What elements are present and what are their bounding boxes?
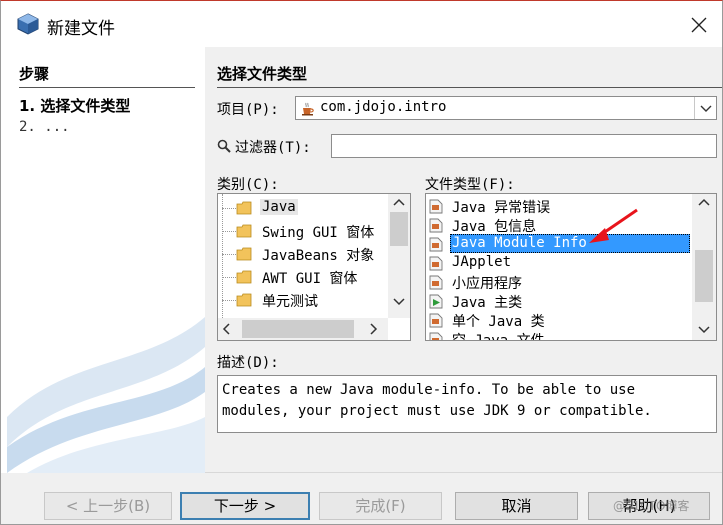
tree-branch (222, 231, 236, 232)
title-bar: 新建文件 (1, 1, 722, 47)
category-item-javabeans[interactable]: JavaBeans 对象 (218, 243, 388, 266)
java-file-icon (429, 313, 443, 328)
folder-icon (236, 224, 252, 238)
description-text: Creates a new Java module-info. To be ab… (217, 375, 717, 433)
category-horizontal-scrollbar[interactable] (218, 318, 388, 340)
steps-panel: 步骤 1. 选择文件类型 2. ... (7, 47, 205, 473)
file-type-text: 单个 Java 类 (452, 314, 545, 330)
java-project-icon (302, 102, 314, 116)
chevron-down-icon (700, 105, 712, 112)
description-label: 描述(D): (217, 355, 279, 371)
scroll-right-icon[interactable] (364, 320, 382, 338)
file-type-item[interactable]: JApplet (426, 254, 694, 273)
step-current: 1. 选择文件类型 (19, 97, 131, 115)
file-type-item[interactable]: Java 包信息 (426, 216, 694, 235)
java-file-icon (429, 237, 443, 252)
file-type-item[interactable]: Java 异常错误 (426, 197, 694, 216)
java-file-icon (429, 256, 443, 271)
project-label: 项目(P): (217, 102, 279, 118)
scroll-up-icon[interactable] (388, 194, 410, 212)
category-item-awt[interactable]: AWT GUI 窗体 (218, 266, 388, 289)
category-tree[interactable]: Java Swing GUI 窗体 JavaBeans 对象 AWT GUI 窗… (217, 193, 411, 341)
file-type-vertical-scrollbar[interactable] (692, 194, 716, 340)
file-type-item[interactable]: 小应用程序 (426, 273, 694, 292)
category-scroll-thumb[interactable] (390, 212, 408, 246)
cancel-button[interactable]: 取消 (455, 492, 578, 520)
scroll-up-icon[interactable] (693, 194, 715, 212)
netbeans-cube-icon (17, 13, 39, 35)
project-value: com.jdojo.intro (320, 99, 447, 115)
file-type-text: JApplet (452, 254, 512, 270)
category-label-text: JavaBeans 对象 (262, 248, 375, 264)
file-type-item[interactable]: 空 Java 文件 (426, 330, 694, 341)
java-file-icon (429, 275, 443, 290)
category-label: 类别(C): (217, 177, 279, 193)
file-type-text: Java 主类 (452, 295, 523, 311)
file-type-text: 小应用程序 (452, 276, 522, 292)
category-label-text: Java (260, 199, 298, 215)
category-vertical-scrollbar[interactable] (388, 194, 410, 318)
folder-icon (236, 270, 252, 284)
file-type-item-selected[interactable]: Java Module Info (426, 234, 694, 254)
scroll-left-icon[interactable] (218, 320, 236, 338)
category-item-java[interactable]: Java (218, 197, 388, 220)
file-type-item[interactable]: Java 主类 (426, 292, 694, 311)
close-icon[interactable] (689, 15, 709, 35)
new-file-dialog: 新建文件 步骤 1. 选择文件类型 2. ... 选择文件类型 项目(P): c… (0, 0, 723, 525)
java-main-class-icon (429, 294, 443, 309)
file-type-item[interactable]: 单个 Java 类 (426, 311, 694, 330)
watermark: @51CTO博客 (613, 499, 690, 513)
category-item-swing[interactable]: Swing GUI 窗体 (218, 220, 388, 243)
filter-input[interactable] (331, 134, 717, 158)
file-type-text: Java 异常错误 (452, 200, 551, 216)
scroll-down-icon[interactable] (388, 292, 410, 310)
finish-button[interactable]: 完成(F) (319, 492, 442, 520)
window-title: 新建文件 (47, 19, 115, 39)
folder-icon (236, 201, 252, 215)
tree-branch (222, 300, 236, 301)
project-dropdown-button[interactable] (694, 97, 716, 119)
category-item-unit-test[interactable]: 单元测试 (218, 289, 388, 312)
step-next: 2. ... (19, 119, 70, 135)
tree-branch (222, 208, 236, 209)
next-button[interactable]: 下一步 > (180, 492, 310, 520)
back-button[interactable]: < 上一步(B) (44, 492, 172, 520)
search-icon (217, 139, 231, 153)
folder-icon (236, 247, 252, 261)
scroll-down-icon[interactable] (693, 320, 715, 338)
filter-label: 过滤器(T): (235, 140, 311, 156)
java-file-icon (429, 199, 443, 214)
project-combobox[interactable]: com.jdojo.intro (295, 96, 717, 120)
tree-branch (222, 277, 236, 278)
steps-heading: 步骤 (19, 63, 195, 88)
file-type-scroll-thumb[interactable] (695, 250, 713, 302)
decorative-swirl (7, 317, 205, 473)
file-type-text: Java 包信息 (452, 219, 537, 235)
java-file-icon (429, 332, 443, 340)
file-type-list[interactable]: Java 异常错误 Java 包信息 Java Module Info JApp… (425, 193, 717, 341)
category-label-text: AWT GUI 窗体 (262, 271, 358, 287)
category-label-text: Swing GUI 窗体 (262, 225, 375, 241)
category-hscroll-thumb[interactable] (242, 320, 354, 338)
tree-branch (222, 254, 236, 255)
java-file-icon (429, 218, 443, 233)
file-type-text: Java Module Info (450, 234, 690, 253)
page-title: 选择文件类型 (217, 63, 722, 88)
folder-icon (236, 293, 252, 307)
category-label-text: 单元测试 (262, 294, 318, 310)
file-type-label: 文件类型(F): (425, 177, 515, 193)
file-type-text: 空 Java 文件 (452, 333, 545, 341)
